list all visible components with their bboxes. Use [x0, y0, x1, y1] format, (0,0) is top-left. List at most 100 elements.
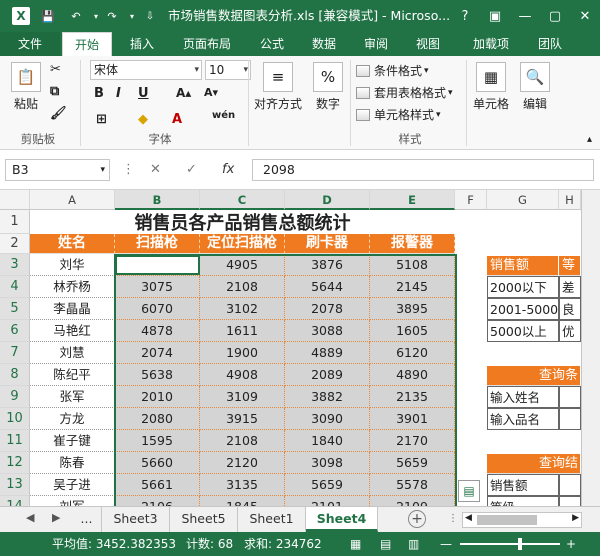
value-cell[interactable]: 2074: [115, 342, 200, 364]
value-cell[interactable]: 3098: [285, 452, 370, 474]
row-header[interactable]: 12: [0, 452, 30, 474]
table-header-cell[interactable]: 报警器: [370, 234, 455, 254]
value-cell[interactable]: 1605: [370, 320, 455, 342]
name-box[interactable]: B3 ▾: [5, 159, 110, 181]
value-cell[interactable]: 4908: [200, 364, 285, 386]
horizontal-scrollbar[interactable]: ◀ ▶: [462, 512, 582, 528]
value-cell[interactable]: 2108: [200, 430, 285, 452]
vertical-scrollbar[interactable]: [581, 190, 600, 506]
maximize-icon[interactable]: ▢: [540, 0, 570, 32]
row-header[interactable]: 14: [0, 496, 30, 506]
new-sheet-icon[interactable]: +: [408, 510, 426, 528]
zoom-slider[interactable]: [460, 543, 560, 545]
quick-analysis-icon[interactable]: ▤: [458, 480, 480, 502]
row-header[interactable]: 13: [0, 474, 30, 496]
tab-file[interactable]: 文件: [0, 32, 60, 56]
grade-level-cell[interactable]: 差: [559, 276, 581, 298]
grade-level-cell[interactable]: 良: [559, 298, 581, 320]
column-header-c[interactable]: C: [200, 190, 285, 210]
value-cell[interactable]: 1595: [115, 430, 200, 452]
column-header-e[interactable]: E: [370, 190, 455, 210]
value-cell[interactable]: 2108: [200, 276, 285, 298]
row-header[interactable]: 10: [0, 408, 30, 430]
value-cell[interactable]: 2109: [370, 496, 455, 506]
query-result-header[interactable]: 查询结: [487, 454, 581, 474]
font-color-icon[interactable]: A: [172, 112, 182, 127]
column-header-f[interactable]: F: [455, 190, 487, 210]
value-cell[interactable]: 1845: [200, 496, 285, 506]
value-cell[interactable]: 4890: [370, 364, 455, 386]
value-cell[interactable]: 3090: [285, 408, 370, 430]
tab-insert[interactable]: 插入: [120, 32, 164, 56]
row-header[interactable]: 3: [0, 254, 30, 276]
value-cell[interactable]: 3135: [200, 474, 285, 496]
name-cell[interactable]: 林乔杨: [30, 276, 115, 298]
query-result-value[interactable]: [559, 474, 581, 496]
tab-view[interactable]: 视图: [406, 32, 450, 56]
name-cell[interactable]: 崔子键: [30, 430, 115, 452]
query-result-label[interactable]: 销售额: [487, 474, 559, 496]
save-icon[interactable]: 💾: [40, 8, 56, 24]
tab-formulas[interactable]: 公式: [250, 32, 294, 56]
formula-input[interactable]: 2098: [252, 159, 594, 181]
value-cell[interactable]: 2080: [115, 408, 200, 430]
conditional-format-button[interactable]: 条件格式 ▾: [356, 62, 429, 79]
value-cell[interactable]: 5638: [115, 364, 200, 386]
value-cell[interactable]: 6120: [370, 342, 455, 364]
name-cell[interactable]: 刘慧: [30, 342, 115, 364]
value-cell[interactable]: 4889: [285, 342, 370, 364]
value-cell[interactable]: 4905: [200, 254, 285, 276]
zoom-slider-thumb[interactable]: [518, 538, 522, 550]
tab-data[interactable]: 数据: [302, 32, 346, 56]
grade-table-header[interactable]: 等: [559, 256, 581, 276]
name-cell[interactable]: 李晶晶: [30, 298, 115, 320]
worksheet-grid[interactable]: A B C D E F G H 123456789101112131415 销售…: [0, 190, 600, 506]
table-format-button[interactable]: 套用表格格式 ▾: [356, 84, 453, 101]
value-cell[interactable]: 3102: [200, 298, 285, 320]
paste-button[interactable]: 📋 粘贴: [6, 62, 46, 112]
name-cell[interactable]: 陈春: [30, 452, 115, 474]
tab-team[interactable]: 团队: [528, 32, 572, 56]
cells-button[interactable]: ▦ 单元格: [470, 62, 512, 112]
name-cell[interactable]: 刘军: [30, 496, 115, 506]
italic-button[interactable]: I: [116, 86, 121, 101]
value-cell[interactable]: 5578: [370, 474, 455, 496]
row-header[interactable]: 5: [0, 298, 30, 320]
name-cell[interactable]: 刘华: [30, 254, 115, 276]
value-cell[interactable]: 5659: [370, 452, 455, 474]
query-result-label[interactable]: 等级: [487, 496, 559, 506]
value-cell[interactable]: 2098: [115, 254, 200, 276]
grade-range-cell[interactable]: 2000以下: [487, 276, 559, 298]
cut-icon[interactable]: ✂: [50, 62, 61, 77]
column-header-h[interactable]: H: [559, 190, 581, 210]
table-header-cell[interactable]: 定位扫描枪: [200, 234, 285, 254]
row-header[interactable]: 7: [0, 342, 30, 364]
select-all-corner[interactable]: [0, 190, 30, 210]
ribbon-display-icon[interactable]: ▣: [480, 0, 510, 32]
alignment-button[interactable]: ≡ 对齐方式: [252, 62, 304, 112]
query-condition-label[interactable]: 输入姓名: [487, 386, 559, 408]
format-painter-icon[interactable]: 🖌: [50, 106, 67, 121]
undo-dropdown-icon[interactable]: ▾: [88, 8, 104, 24]
font-name-select[interactable]: 宋体 ▾: [90, 60, 202, 80]
value-cell[interactable]: 3895: [370, 298, 455, 320]
value-cell[interactable]: 3915: [200, 408, 285, 430]
row-header[interactable]: 2: [0, 234, 30, 254]
row-header[interactable]: 9: [0, 386, 30, 408]
sheet-tab-sheet1[interactable]: Sheet1: [238, 507, 306, 532]
collapse-ribbon-icon[interactable]: ▴: [587, 134, 592, 145]
row-header[interactable]: 8: [0, 364, 30, 386]
copy-icon[interactable]: ⧉: [50, 84, 59, 99]
fill-color-icon[interactable]: ◆: [138, 112, 148, 127]
phonetic-icon[interactable]: wén: [212, 110, 235, 121]
grade-range-cell[interactable]: 5000以上: [487, 320, 559, 342]
number-button[interactable]: % 数字: [310, 62, 346, 112]
row-header[interactable]: 1: [0, 210, 30, 234]
value-cell[interactable]: 5644: [285, 276, 370, 298]
grade-range-cell[interactable]: 2001-5000: [487, 298, 559, 320]
name-cell[interactable]: 马艳红: [30, 320, 115, 342]
cancel-icon[interactable]: ✕: [150, 159, 161, 181]
value-cell[interactable]: 5661: [115, 474, 200, 496]
value-cell[interactable]: 2135: [370, 386, 455, 408]
query-condition-label[interactable]: 输入品名: [487, 408, 559, 430]
